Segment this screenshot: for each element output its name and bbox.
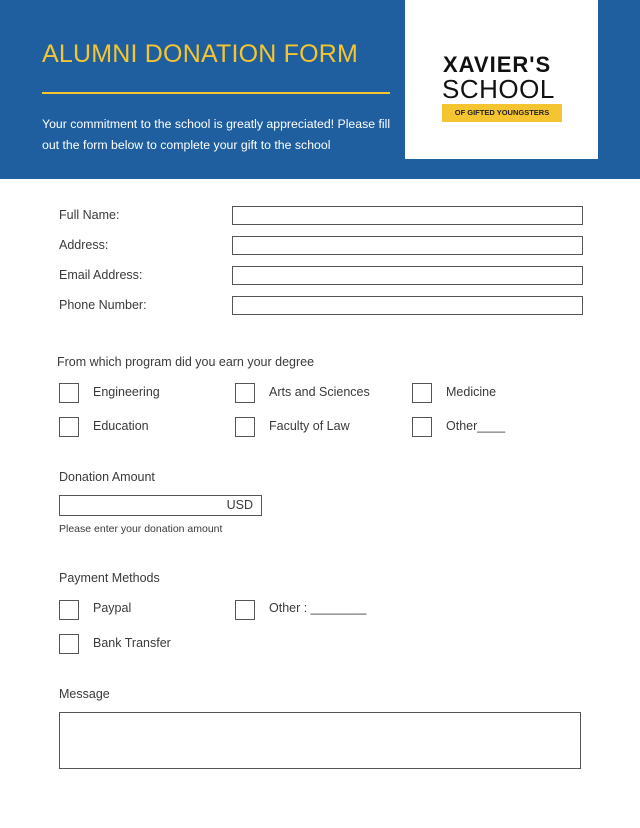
checkbox-paypal[interactable] — [59, 600, 79, 620]
checkbox-medicine[interactable] — [412, 383, 432, 403]
donation-label: Donation Amount — [59, 470, 155, 484]
checkbox-arts-sciences[interactable] — [235, 383, 255, 403]
option-paypal: Paypal — [93, 601, 132, 615]
option-law: Faculty of Law — [269, 419, 350, 433]
school-logo: XAVIER'S SCHOOL OF GIFTED YOUNGSTERS — [405, 0, 598, 159]
checkbox-payment-other[interactable] — [235, 600, 255, 620]
donation-amount-input[interactable]: USD — [59, 495, 262, 516]
option-engineering: Engineering — [93, 385, 160, 399]
checkbox-program-other[interactable] — [412, 417, 432, 437]
currency-label: USD — [226, 498, 253, 512]
title-divider — [42, 92, 390, 94]
option-payment-other: Other : ________ — [269, 601, 367, 615]
option-education: Education — [93, 419, 149, 433]
program-question: From which program did you earn your deg… — [57, 355, 315, 369]
form-subtitle: Your commitment to the school is greatly… — [42, 117, 391, 152]
option-medicine: Medicine — [446, 385, 497, 399]
payment-label: Payment Methods — [59, 571, 160, 585]
phone-label: Phone Number: — [59, 298, 147, 312]
checkbox-bank-transfer[interactable] — [59, 634, 79, 654]
message-textarea[interactable] — [59, 712, 581, 769]
full-name-input[interactable] — [232, 206, 583, 225]
checkbox-law[interactable] — [235, 417, 255, 437]
donation-hint: Please enter your donation amount — [59, 523, 223, 535]
logo-line2: SCHOOL — [442, 74, 555, 104]
message-label: Message — [59, 687, 110, 701]
checkbox-engineering[interactable] — [59, 383, 79, 403]
checkbox-education[interactable] — [59, 417, 79, 437]
email-input[interactable] — [232, 266, 583, 285]
option-arts-sciences: Arts and Sciences — [269, 385, 370, 399]
address-input[interactable] — [232, 236, 583, 255]
logo-tagline: OF GIFTED YOUNGSTERS — [442, 104, 562, 122]
full-name-label: Full Name: — [59, 208, 120, 222]
option-bank-transfer: Bank Transfer — [93, 636, 171, 650]
form-title: ALUMNI DONATION FORM — [42, 40, 359, 68]
address-label: Address: — [59, 238, 109, 252]
email-label: Email Address: — [59, 268, 143, 282]
option-program-other: Other____ — [446, 419, 506, 433]
form-header: ALUMNI DONATION FORM Your commitment to … — [0, 0, 640, 179]
phone-input[interactable] — [232, 296, 583, 315]
